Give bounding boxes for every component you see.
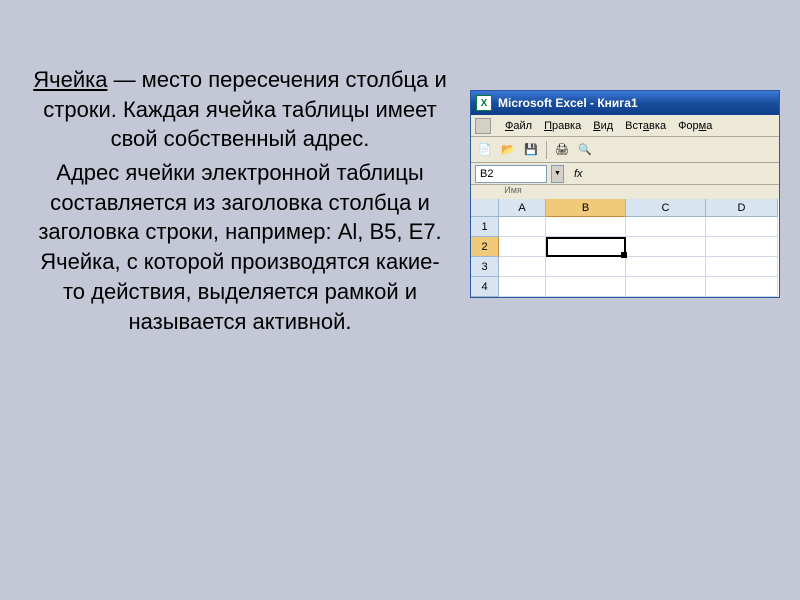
cell-c3[interactable]	[626, 257, 706, 277]
menu-view[interactable]: Вид	[587, 120, 619, 132]
col-header-b[interactable]: B	[546, 199, 626, 217]
toolbar-separator	[546, 141, 547, 159]
cell-c2[interactable]	[626, 237, 706, 257]
cell-a3[interactable]	[499, 257, 546, 277]
titlebar: X Microsoft Excel - Книга1	[471, 91, 779, 115]
name-box[interactable]: B2	[475, 165, 547, 183]
excel-icon: X	[476, 95, 492, 111]
select-all-corner[interactable]	[471, 199, 499, 217]
row-header-2[interactable]: 2	[471, 237, 499, 257]
paragraph-2: Адрес ячейки электронной таблицы составл…	[30, 158, 450, 336]
row-header-3[interactable]: 3	[471, 257, 499, 277]
grid-row-1: 1	[471, 217, 779, 237]
fx-label[interactable]: fx	[574, 168, 583, 180]
col-header-c[interactable]: C	[626, 199, 706, 217]
menu-format[interactable]: Форма	[672, 120, 718, 132]
menu-insert[interactable]: Вставка	[619, 120, 672, 132]
cell-c1[interactable]	[626, 217, 706, 237]
titlebar-text: Microsoft Excel - Книга1	[498, 96, 638, 110]
spreadsheet-grid: A B C D 1 2 3	[471, 199, 779, 297]
cell-d1[interactable]	[706, 217, 778, 237]
excel-panel: X Microsoft Excel - Книга1 Файл Правка В…	[470, 50, 780, 570]
menu-file[interactable]: Файл	[499, 120, 538, 132]
cell-b1[interactable]	[546, 217, 626, 237]
col-header-a[interactable]: A	[499, 199, 546, 217]
excel-window: X Microsoft Excel - Книга1 Файл Правка В…	[470, 90, 780, 298]
tool-open-icon[interactable]: 📂	[498, 140, 518, 160]
row-header-4[interactable]: 4	[471, 277, 499, 297]
text-panel: Ячейка — место пересечения столбца и стр…	[30, 50, 450, 570]
tool-print-icon[interactable]: 🖨	[552, 140, 572, 160]
cell-c4[interactable]	[626, 277, 706, 297]
cell-d2[interactable]	[706, 237, 778, 257]
tool-new-icon[interactable]: 📄	[475, 140, 495, 160]
menu-doc-icon[interactable]	[475, 118, 491, 134]
cell-d4[interactable]	[706, 277, 778, 297]
col-header-d[interactable]: D	[706, 199, 778, 217]
cell-b2-active[interactable]	[546, 237, 626, 257]
paragraph-1: Ячейка — место пересечения столбца и стр…	[30, 65, 450, 154]
term-cell: Ячейка	[33, 67, 107, 92]
cell-d3[interactable]	[706, 257, 778, 277]
cell-a1[interactable]	[499, 217, 546, 237]
formula-bar: B2 ▼ fx	[471, 163, 779, 185]
grid-row-3: 3	[471, 257, 779, 277]
name-box-label: Имя	[493, 185, 533, 199]
menu-edit[interactable]: Правка	[538, 120, 587, 132]
cell-b4[interactable]	[546, 277, 626, 297]
tool-preview-icon[interactable]: 🔍	[575, 140, 595, 160]
toolbar: 📄 📂 💾 🖨 🔍	[471, 137, 779, 163]
column-header-row: A B C D	[471, 199, 779, 217]
cell-a2[interactable]	[499, 237, 546, 257]
name-label-row: Имя	[471, 185, 779, 199]
cell-a4[interactable]	[499, 277, 546, 297]
name-box-dropdown-icon[interactable]: ▼	[551, 165, 564, 183]
menubar: Файл Правка Вид Вставка Форма	[471, 115, 779, 137]
grid-row-2: 2	[471, 237, 779, 257]
grid-row-4: 4	[471, 277, 779, 297]
row-header-1[interactable]: 1	[471, 217, 499, 237]
tool-save-icon[interactable]: 💾	[521, 140, 541, 160]
cell-b3[interactable]	[546, 257, 626, 277]
